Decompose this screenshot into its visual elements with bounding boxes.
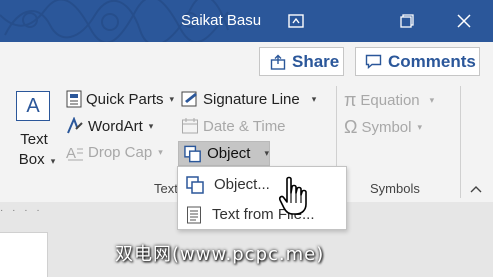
share-icon bbox=[270, 54, 286, 70]
comment-icon bbox=[365, 54, 382, 69]
symbols-group-label: Symbols bbox=[370, 181, 420, 196]
svg-text:A: A bbox=[66, 145, 76, 161]
title-bar: Saikat Basu bbox=[0, 0, 493, 42]
signature-line-button[interactable]: Signature Line ▾ bbox=[181, 90, 316, 108]
object-icon bbox=[184, 145, 201, 162]
text-box-label: Text bbox=[20, 131, 48, 148]
quick-parts-icon bbox=[66, 90, 82, 108]
date-time-button[interactable]: Date & Time bbox=[181, 117, 286, 135]
restore-icon[interactable] bbox=[396, 10, 418, 32]
text-box-label-2: Box ▾ bbox=[18, 151, 56, 168]
object-dropdown-menu: Object... Text from File... bbox=[177, 166, 347, 230]
omega-icon: Ω bbox=[344, 117, 358, 137]
user-name[interactable]: Saikat Basu bbox=[181, 12, 261, 29]
object-button[interactable]: Object ▾ bbox=[178, 141, 270, 166]
document-page[interactable] bbox=[0, 232, 48, 277]
text-box-button[interactable]: A Text Box ▾ bbox=[13, 91, 55, 171]
menu-item-object[interactable]: Object... bbox=[178, 170, 346, 199]
group-separator bbox=[460, 86, 461, 198]
text-group-label: Text bbox=[154, 181, 178, 196]
calendar-icon bbox=[182, 118, 198, 134]
ribbon-display-options-icon[interactable] bbox=[285, 10, 307, 32]
drop-cap-icon: A bbox=[66, 145, 83, 161]
hand-cursor-icon bbox=[279, 176, 307, 215]
symbol-button[interactable]: Ω Symbol ▾ bbox=[344, 117, 422, 138]
object-icon bbox=[186, 175, 204, 194]
comments-button[interactable]: Comments bbox=[355, 47, 480, 76]
signature-line-icon bbox=[181, 91, 197, 107]
wordart-icon bbox=[67, 117, 83, 134]
drop-cap-button[interactable]: A Drop Cap ▾ bbox=[66, 144, 163, 161]
quick-parts-button[interactable]: Quick Parts ▾ bbox=[66, 90, 174, 108]
text-file-icon bbox=[187, 206, 201, 223]
collapse-ribbon-icon[interactable] bbox=[470, 182, 482, 196]
pi-icon: π bbox=[344, 90, 357, 110]
close-icon[interactable] bbox=[453, 10, 475, 32]
text-box-icon: A bbox=[16, 91, 50, 121]
share-button[interactable]: Share bbox=[259, 47, 344, 76]
menu-item-text-from-file[interactable]: Text from File... bbox=[178, 200, 346, 229]
comments-label: Comments bbox=[388, 51, 476, 71]
ruler: · · · · bbox=[0, 205, 43, 216]
wordart-button[interactable]: WordArt ▾ bbox=[66, 117, 153, 135]
share-label: Share bbox=[292, 51, 340, 71]
watermark-text: 双电网(www.pcpc.me) bbox=[115, 244, 325, 265]
equation-button[interactable]: π Equation ▾ bbox=[344, 90, 434, 111]
